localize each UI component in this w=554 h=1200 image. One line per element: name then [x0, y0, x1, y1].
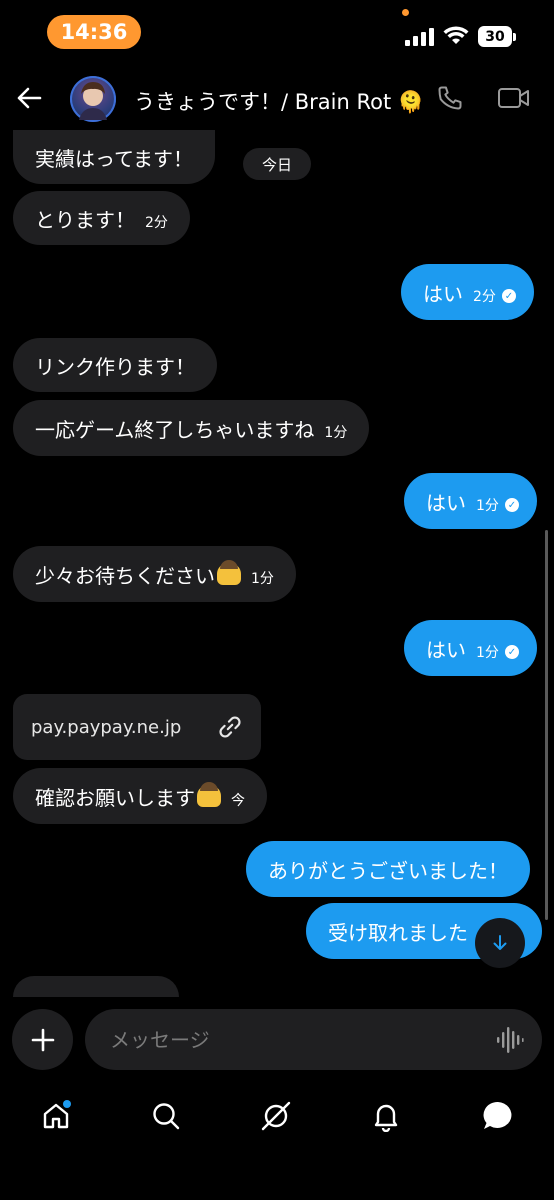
nav-notifications[interactable] [368, 1098, 404, 1134]
nav-search[interactable] [148, 1098, 184, 1134]
received-message[interactable]: 実績はってます！ [13, 130, 215, 184]
link-preview-card[interactable]: pay.paypay.ne.jp [13, 694, 261, 760]
received-message[interactable]: リンク作ります！ [13, 338, 217, 392]
message-text: 確認お願いします [35, 785, 195, 810]
date-separator: 今日 [243, 148, 311, 180]
received-message[interactable]: 少々お待ちください 1分 [13, 546, 296, 602]
search-icon [153, 1103, 180, 1130]
message-timestamp: 1分 [476, 498, 499, 514]
message-timestamp: 1分 [251, 571, 274, 587]
message-timestamp: 1分 [476, 645, 499, 661]
received-message[interactable]: とります！ 2分 [13, 191, 190, 245]
message-timestamp: 2分 [473, 289, 496, 305]
bowing-person-emoji-icon [197, 782, 221, 807]
notifications-icon [374, 1104, 398, 1132]
back-arrow-icon[interactable] [16, 86, 42, 110]
video-camera-icon[interactable] [497, 86, 531, 110]
link-domain: pay.paypay.ne.jp [31, 716, 182, 738]
add-attachment-button[interactable] [12, 1009, 73, 1070]
received-message[interactable]: 一応ゲーム終了しちゃいますね 1分 [13, 400, 370, 456]
message-text: はい [426, 490, 466, 515]
wifi-icon [443, 26, 469, 44]
message-text: リンク作ります！ [35, 354, 195, 379]
message-text: 一応ゲーム終了しちゃいますね [35, 417, 315, 442]
read-check-icon: ✓ [501, 289, 516, 303]
home-icon [43, 1100, 71, 1129]
grok-icon [261, 1101, 291, 1131]
cellular-signal-icon [405, 28, 434, 46]
message-text: はい [426, 637, 466, 662]
phone-icon[interactable] [436, 84, 464, 112]
message-text: ありがとうございました！ [268, 858, 508, 883]
nav-home[interactable] [38, 1098, 74, 1134]
nav-messages[interactable] [480, 1098, 516, 1134]
battery-cap [513, 33, 516, 41]
nav-grok[interactable] [258, 1098, 294, 1134]
message-text: 少々お待ちください [35, 563, 215, 588]
conversation-avatar[interactable] [70, 76, 116, 122]
avatar-illustration [79, 82, 107, 120]
privacy-indicator-dot [402, 9, 409, 16]
sent-message[interactable]: はい 1分 ✓ [404, 473, 537, 529]
received-message-partial[interactable] [13, 976, 179, 997]
read-check-icon: ✓ [504, 498, 519, 512]
message-text: 受け取れました [328, 920, 468, 945]
status-time: 14:36 [47, 15, 141, 49]
message-timestamp: 2分 [145, 215, 168, 231]
scrollbar[interactable] [545, 530, 548, 920]
message-input-container[interactable] [85, 1009, 542, 1070]
link-icon [219, 716, 241, 738]
sent-message[interactable]: ありがとうございました！ [246, 841, 530, 897]
messages-icon [483, 1101, 512, 1129]
message-input[interactable] [108, 1026, 492, 1053]
battery-indicator: 30 [478, 26, 512, 47]
voice-waveform-icon[interactable] [496, 1027, 524, 1053]
sent-message[interactable]: はい 1分 ✓ [404, 620, 537, 676]
message-text: 実績はってます！ [35, 146, 193, 171]
bowing-person-emoji-icon [217, 560, 241, 585]
received-message[interactable]: 確認お願いします 今 [13, 768, 267, 824]
message-timestamp: 今 [231, 793, 245, 809]
scroll-to-bottom-button[interactable] [475, 918, 525, 968]
plus-icon [31, 1028, 54, 1051]
message-timestamp: 1分 [324, 425, 348, 441]
message-text: はい [423, 281, 463, 306]
sent-message[interactable]: はい 2分 ✓ [401, 264, 534, 320]
message-text: とります！ [35, 207, 135, 232]
read-check-icon: ✓ [504, 645, 519, 659]
arrow-down-icon [493, 935, 507, 950]
conversation-title[interactable]: うきょうです！/ Brain Rot 🫠 [134, 86, 424, 116]
